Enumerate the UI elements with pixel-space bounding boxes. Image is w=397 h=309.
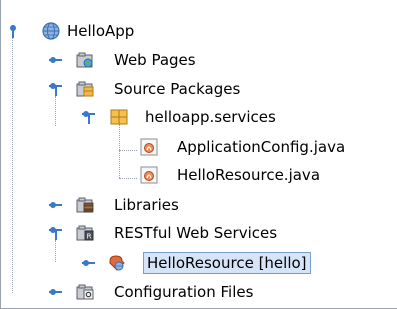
- collapse-toggle-icon[interactable]: [5, 23, 21, 39]
- globe-project-icon: [42, 22, 60, 40]
- expand-toggle-icon[interactable]: [81, 255, 97, 271]
- collapse-toggle-icon[interactable]: [81, 109, 97, 125]
- tree-node-label: Web Pages: [114, 51, 196, 69]
- config-files-folder-icon: [76, 284, 94, 300]
- tree-node-label: helloapp.services: [145, 108, 276, 126]
- tree-node-label: HelloResource [hello]: [143, 252, 311, 274]
- svg-text:R: R: [87, 233, 92, 241]
- tree-node-label: Libraries: [114, 196, 179, 214]
- tree-node-package[interactable]: helloapp.services: [1, 104, 331, 130]
- tree-node-label: Source Packages: [114, 80, 241, 98]
- tree-node-helloapp[interactable]: HelloApp: [1, 18, 201, 44]
- tree-node-label: ApplicationConfig.java: [177, 138, 346, 156]
- tree-node-label: RESTful Web Services: [114, 224, 278, 242]
- package-icon: [110, 109, 128, 125]
- libraries-folder-icon: [76, 197, 94, 213]
- tree-node-file[interactable]: ApplicationConfig.java: [1, 134, 397, 160]
- rest-services-folder-icon: R: [76, 225, 94, 241]
- expand-toggle-icon[interactable]: [48, 197, 64, 213]
- tree-node-web-pages[interactable]: Web Pages: [1, 47, 221, 73]
- project-tree-panel: HelloApp Web Pages Source Packages hello…: [0, 0, 397, 309]
- tree-node-file[interactable]: HelloResource.java: [1, 162, 397, 188]
- collapse-toggle-icon[interactable]: [48, 81, 64, 97]
- java-class-icon: [140, 166, 158, 184]
- tree-node-label: Configuration Files: [114, 283, 254, 301]
- tree-node-restful-services[interactable]: R RESTful Web Services: [1, 220, 331, 246]
- tree-node-rest-resource[interactable]: HelloResource [hello]: [1, 250, 397, 276]
- web-pages-folder-icon: [76, 52, 93, 68]
- tree-node-label: HelloResource.java: [177, 166, 321, 184]
- java-class-icon: [140, 138, 158, 156]
- expand-toggle-icon[interactable]: [48, 284, 64, 300]
- tree-node-source-packages[interactable]: Source Packages: [1, 76, 301, 102]
- tree-node-libraries[interactable]: Libraries: [1, 192, 221, 218]
- tree-node-configuration-files[interactable]: Configuration Files: [1, 279, 331, 305]
- source-packages-folder-icon: [76, 81, 94, 97]
- rest-resource-icon: [109, 255, 125, 271]
- collapse-toggle-icon[interactable]: [48, 225, 64, 241]
- expand-toggle-icon[interactable]: [48, 52, 64, 68]
- tree-node-label: HelloApp: [67, 22, 135, 40]
